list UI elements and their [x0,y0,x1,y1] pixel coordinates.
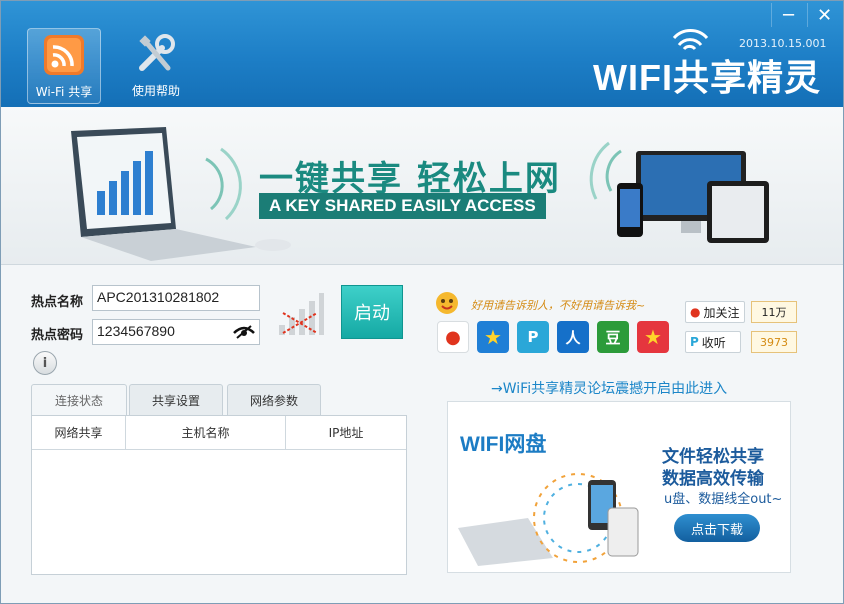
wifi-signal-icon [672,29,709,51]
ad-line-2: 数据高效传输 [662,469,764,489]
password-label: 热点密码 [31,328,84,343]
qzone-star-icon: ★ [484,325,502,349]
wifi-disk-ad[interactable]: WIFI网盘 文件轻松共享 数据高效传输 u盘、数据线全out~ 点击下载 [447,401,791,573]
weibo-follower-count: 11万 [751,301,797,323]
ad-devices-image [458,473,639,566]
tab-connection-status[interactable]: 连接状态 [31,384,127,416]
kaixin-star-icon: ★ [644,325,662,349]
info-icon: i [42,355,48,371]
douban-share-button[interactable]: 豆 [597,321,629,353]
header-bar: ─ ✕ Wi-Fi 共享 使用帮助 2013.10.15.001 WIFI共享精… [1,1,843,107]
ad-line-3: u盘、数据线全out~ [664,492,783,507]
signal-strength-icon [279,293,324,335]
renren-share-button[interactable]: 人 [557,321,589,353]
tencent-listener-count: 3973 [751,331,797,353]
logo-text: WIFI共享精灵 [593,57,821,98]
app-logo: WIFI共享精灵 [593,29,821,101]
kaixin-share-button[interactable]: ★ [637,321,669,353]
banner-subtitle: A KEY SHARED EASILY ACCESS [259,193,546,219]
tencent-small-icon: P [690,335,699,349]
help-tab[interactable]: 使用帮助 [119,28,193,104]
weibo-follow-button[interactable]: ● 加关注 [685,301,745,323]
weibo-icon: ● [445,326,461,348]
password-value: 1234567890 [97,323,175,339]
weibo-small-icon: ● [690,305,701,319]
ssid-label: 热点名称 [31,295,84,310]
renren-icon: 人 [565,328,581,347]
column-header-ip[interactable]: IP地址 [286,416,406,450]
ssid-input[interactable]: APC201310281802 [92,285,260,311]
wifi-share-tab[interactable]: Wi-Fi 共享 [27,28,101,104]
connection-table: 网络共享 主机名称 IP地址 [31,415,407,575]
qzone-share-button[interactable]: ★ [477,321,509,353]
forum-link[interactable]: →WiFi共享精灵论坛震撼开启由此进入 [491,378,727,398]
follow-label: 加关注 [703,305,740,320]
wifi-share-label: Wi-Fi 共享 [35,85,93,99]
slogan-text: 好用请告诉别人，不好用请告诉我~ [471,299,646,312]
listen-label: 收听 [701,335,726,350]
column-header-hostname[interactable]: 主机名称 [126,416,286,450]
laptop-image [71,127,291,261]
help-label: 使用帮助 [131,84,180,98]
tencent-weibo-share-button[interactable]: P [517,321,549,353]
minimize-icon: ─ [783,4,794,26]
password-input[interactable]: 1234567890 [92,319,260,345]
start-button[interactable]: 启动 [341,285,403,339]
minimize-button[interactable]: ─ [771,3,805,27]
mascot-icon [436,292,458,314]
weibo-share-button[interactable]: ● [437,321,469,353]
tencent-listen-button[interactable]: P 收听 [685,331,741,353]
tencent-weibo-icon: P [527,328,539,346]
tab-network-params[interactable]: 网络参数 [227,384,321,416]
devices-image [589,141,769,243]
tools-icon [132,32,180,76]
start-label: 启动 [354,303,390,324]
eye-hidden-icon[interactable] [233,325,255,339]
tab-label: 网络参数 [249,393,298,408]
tab-label: 连接状态 [54,394,103,408]
download-button[interactable]: 点击下载 [674,514,760,542]
douban-icon: 豆 [605,328,621,347]
info-button[interactable]: i [33,351,57,375]
ad-brand: WIFI网盘 [460,433,547,456]
tab-label: 共享设置 [151,393,200,408]
column-header-network[interactable]: 网络共享 [32,416,126,450]
download-label: 点击下载 [690,522,743,538]
close-button[interactable]: ✕ [807,3,841,27]
close-icon: ✕ [816,4,833,26]
wifi-share-icon [40,33,88,77]
promo-banner: 一键共享 轻松上网 A KEY SHARED EASILY ACCESS [1,107,843,265]
app-window: ─ ✕ Wi-Fi 共享 使用帮助 2013.10.15.001 WIFI共享精… [0,0,844,604]
tab-share-settings[interactable]: 共享设置 [129,384,223,416]
